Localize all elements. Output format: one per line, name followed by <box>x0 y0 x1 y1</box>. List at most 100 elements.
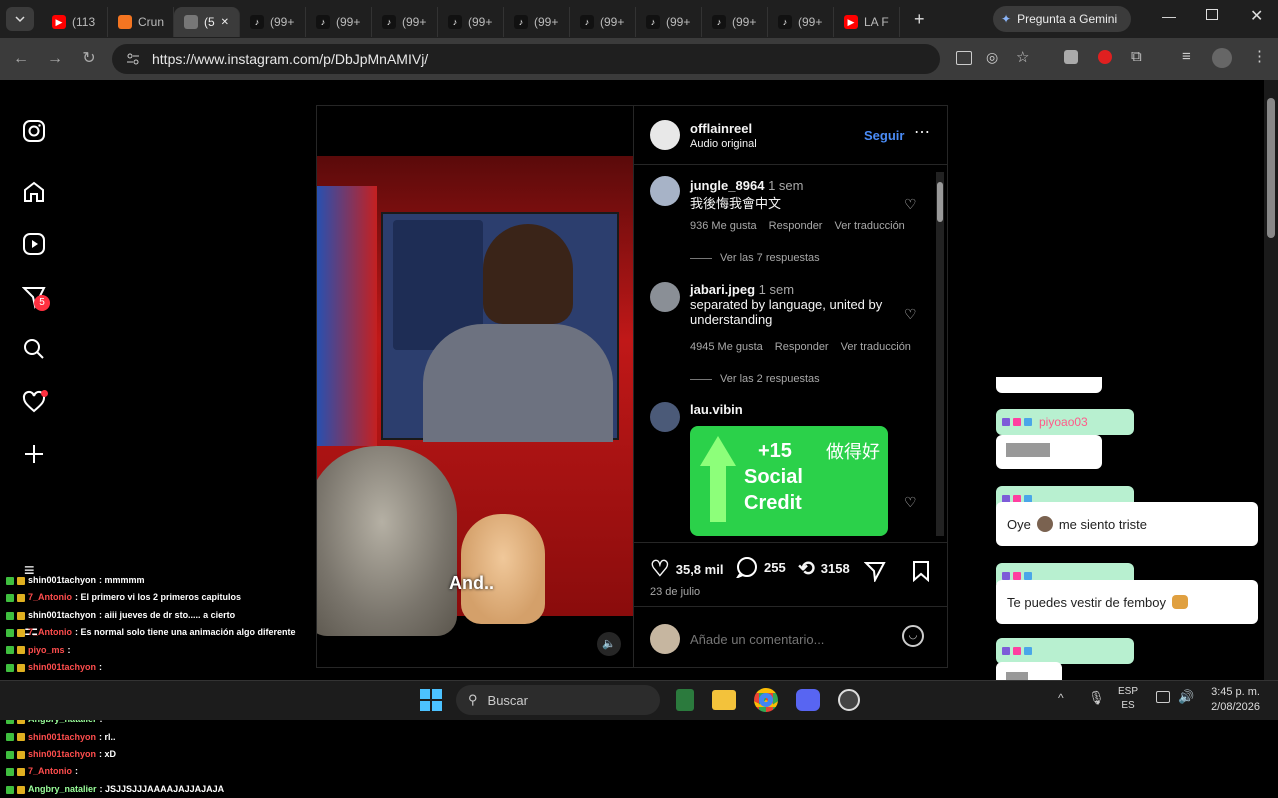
app-icon-2[interactable] <box>838 689 860 711</box>
more-options-icon[interactable]: ⋯ <box>914 122 930 142</box>
browser-tab[interactable]: ♪ (99+ <box>306 7 372 37</box>
audio-label[interactable]: Audio original <box>690 138 757 150</box>
bookmark-star-icon[interactable]: ☆ <box>1016 48 1029 66</box>
browser-tab[interactable]: ▶ (113 <box>42 7 108 37</box>
tab-search-button[interactable] <box>6 7 34 31</box>
media-control-icon[interactable]: ≡ <box>1182 48 1191 65</box>
comment-like-icon[interactable]: ♡ <box>904 196 917 213</box>
microphone-icon[interactable]: 🎙 <box>1088 690 1105 706</box>
minimize-button[interactable]: — <box>1162 8 1176 24</box>
emoji-icon[interactable]: ◡ <box>902 625 924 647</box>
comment-like-icon[interactable]: ♡ <box>904 306 917 323</box>
close-tab-icon[interactable]: ✕ <box>221 17 229 28</box>
comment-time: 1 sem <box>758 282 795 297</box>
browser-tab[interactable]: ♪ (99+ <box>504 7 570 37</box>
create-plus-icon[interactable] <box>22 442 46 466</box>
browser-tab[interactable]: ♪ (99+ <box>636 7 702 37</box>
comment-like-icon[interactable]: ♡ <box>904 494 917 511</box>
browser-tab[interactable]: ♪ (99+ <box>768 7 834 37</box>
header-divider <box>634 164 948 165</box>
back-button[interactable]: ← <box>10 48 32 70</box>
comment-button[interactable]: 255 <box>736 556 786 578</box>
reply-button[interactable]: Responder <box>775 341 829 353</box>
view-replies-button[interactable]: Ver las 2 respuestas <box>690 373 820 385</box>
chrome-icon[interactable] <box>754 688 778 712</box>
comment-avatar[interactable] <box>650 176 680 206</box>
chat-bubble-image <box>996 435 1102 469</box>
messages-badge: 5 <box>34 295 50 311</box>
browser-tab[interactable]: ♪ (99+ <box>702 7 768 37</box>
comment-likes[interactable]: 4945 Me gusta <box>690 341 763 353</box>
browser-tab[interactable]: ♪ (99+ <box>438 7 504 37</box>
chat-username: shin001tachyon <box>28 609 97 620</box>
chat-username: 7_Antonio <box>28 766 72 777</box>
close-window-button[interactable]: ✕ <box>1250 6 1263 26</box>
browser-tab[interactable]: ♪ (99+ <box>570 7 636 37</box>
url-bar[interactable]: https://www.instagram.com/p/DbJpMnAMIVj/ <box>112 44 940 74</box>
comment-input[interactable] <box>690 628 890 650</box>
browser-tab[interactable]: Crun <box>108 7 174 37</box>
volume-icon[interactable]: 🔊 <box>1178 689 1194 705</box>
tab-label: LA F <box>864 15 889 29</box>
translate-button[interactable]: Ver traducción <box>834 220 904 232</box>
file-explorer-icon[interactable] <box>712 690 736 710</box>
view-replies-button[interactable]: Ver las 7 respuestas <box>690 252 820 264</box>
badge-icon <box>1002 647 1010 655</box>
browser-tab[interactable]: ♪ (99+ <box>240 7 306 37</box>
like-button[interactable]: ♡ 35,8 mil <box>650 556 723 582</box>
chat-text: : <box>67 644 71 655</box>
page-scrollbar[interactable] <box>1264 80 1278 680</box>
eye-off-icon[interactable]: ◎ <box>986 49 998 66</box>
profile-avatar[interactable] <box>1212 48 1232 68</box>
new-tab-button[interactable]: + <box>914 9 925 30</box>
follow-button[interactable]: Seguir <box>864 128 904 143</box>
gemini-button[interactable]: ✦ Pregunta a Gemini <box>993 6 1131 32</box>
comment-user[interactable]: jabari.jpeg <box>690 282 755 297</box>
replies-line <box>690 378 712 380</box>
maximize-button[interactable] <box>1206 9 1218 20</box>
home-icon[interactable] <box>22 180 46 204</box>
comment-likes[interactable]: 936 Me gusta <box>690 220 757 232</box>
extension-icon-1[interactable] <box>1064 50 1078 64</box>
reload-button[interactable]: ↻ <box>78 48 100 70</box>
badge-icon <box>1024 418 1032 426</box>
clock[interactable]: 3:45 p. m. 2/08/2026 <box>1204 685 1260 715</box>
mute-button[interactable]: 🔈 <box>597 632 621 656</box>
comment-user[interactable]: jungle_8964 <box>690 178 764 193</box>
repost-button[interactable]: ⟲ 3158 <box>798 556 850 581</box>
save-bookmark-icon[interactable] <box>912 560 930 582</box>
streamer-figure <box>483 224 573 324</box>
stream-screen <box>381 212 619 442</box>
extension-icon-2[interactable] <box>1098 50 1112 64</box>
network-icon[interactable] <box>1156 691 1170 703</box>
taskbar-search[interactable]: ⚲ Buscar <box>456 685 660 715</box>
reels-icon[interactable] <box>22 232 46 256</box>
instagram-logo-icon[interactable] <box>22 119 46 143</box>
menu-dots-icon[interactable]: ⋮ <box>1252 47 1267 65</box>
comment-user[interactable]: lau.vibin <box>690 402 743 417</box>
language-indicator[interactable]: ESP ES <box>1118 685 1138 713</box>
author-avatar[interactable] <box>650 120 680 150</box>
tray-chevron-icon[interactable]: ^ <box>1058 691 1064 705</box>
discord-icon[interactable] <box>796 689 820 711</box>
search-icon[interactable] <box>22 337 46 361</box>
windows-start-button[interactable] <box>420 689 442 711</box>
browser-tab[interactable]: ▶ LA F <box>834 7 900 37</box>
extensions-puzzle-icon[interactable]: ⧉ <box>1131 48 1142 65</box>
comment-avatar[interactable] <box>650 282 680 312</box>
comment-bubble-icon <box>736 557 757 578</box>
repost-icon: ⟲ <box>798 558 815 580</box>
sticker-text-1: +15 <box>758 440 792 462</box>
forward-button[interactable]: → <box>44 48 66 70</box>
share-icon[interactable] <box>864 560 886 582</box>
install-icon[interactable] <box>956 51 972 65</box>
comments-scrollbar[interactable] <box>936 172 944 536</box>
browser-tab[interactable]: ♪ (99+ <box>372 7 438 37</box>
translate-button[interactable]: Ver traducción <box>841 341 911 353</box>
post-video[interactable]: And.. 🔈 <box>317 106 633 667</box>
author-name[interactable]: offlainreel <box>690 121 752 136</box>
comment-avatar[interactable] <box>650 402 680 432</box>
app-icon-1[interactable] <box>676 689 694 711</box>
browser-tab[interactable]: (5 ✕ <box>174 7 240 37</box>
reply-button[interactable]: Responder <box>769 220 823 232</box>
